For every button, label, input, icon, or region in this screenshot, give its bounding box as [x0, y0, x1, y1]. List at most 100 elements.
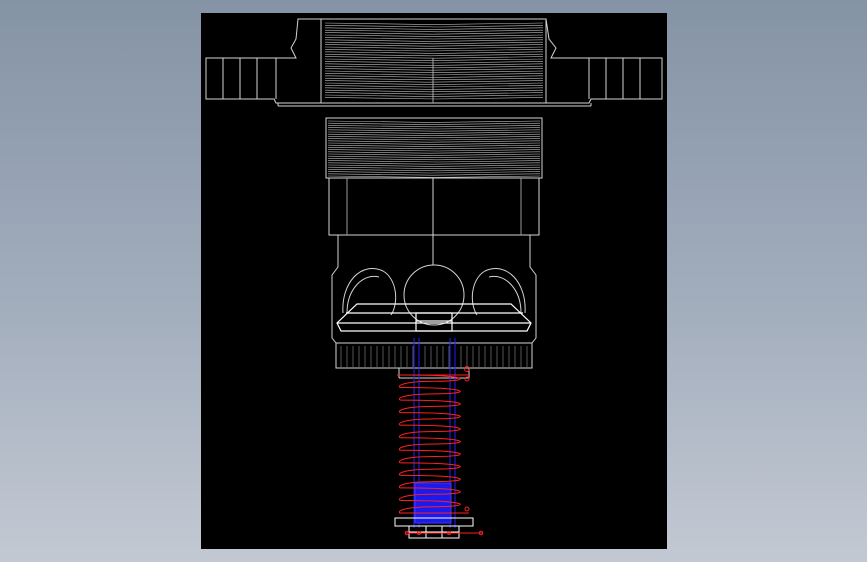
flange-thread-line [324, 85, 429, 88]
flange-thread-line [324, 87, 435, 90]
flange-thread-line [324, 44, 430, 47]
body-thread-line [327, 171, 432, 174]
flange-thread-line [434, 41, 544, 45]
flange-thread-line [324, 70, 439, 73]
flange-notches-left [222, 58, 258, 99]
body-thread-line [435, 147, 541, 150]
flange-thread-line [434, 87, 544, 90]
body-thread-line [327, 166, 437, 169]
body-thread-line [327, 158, 438, 161]
flange-thread-line [435, 51, 544, 54]
body-thread-line [327, 122, 433, 125]
flange-thread-line [429, 44, 544, 47]
body-thread-line [434, 155, 541, 158]
threaded-body [325, 117, 543, 379]
body-thread-line [327, 160, 440, 163]
body-thread-line [437, 149, 541, 152]
ball-set [342, 264, 526, 326]
spring-marker [464, 506, 470, 512]
flange-thread-line [430, 53, 544, 57]
body-thread-line [432, 173, 541, 176]
flange-thread-line [324, 49, 430, 52]
housing-ticks [340, 346, 528, 367]
body-thread-line [430, 171, 541, 174]
flange-thread-line [324, 94, 431, 97]
flange-thread-line [432, 68, 544, 71]
flange-threads [324, 22, 544, 100]
body-thread-line [327, 138, 438, 141]
body-thread-line [327, 127, 437, 130]
flange-thread-line [429, 89, 544, 93]
flange-thread-line [324, 29, 439, 33]
flange-thread-line [431, 63, 544, 66]
body-thread-line [327, 162, 433, 165]
flange-thread-line [324, 63, 432, 66]
flange-thread-line [438, 75, 544, 78]
flange-thread-line [324, 51, 436, 54]
flange-thread-line [433, 32, 544, 35]
body-thread-line [429, 120, 541, 123]
flange-thread-line [436, 61, 544, 64]
cad-viewport[interactable] [201, 13, 667, 549]
flange-thread-line [433, 82, 544, 85]
flange-thread-line [324, 58, 432, 61]
body-thread-line [327, 125, 435, 128]
flange-thread-line [431, 22, 544, 25]
body-thread-line [430, 151, 541, 154]
ball-left-inner [346, 275, 380, 314]
flange-thread-line [324, 77, 434, 81]
flange-thread-line [324, 61, 437, 64]
body-thread-line [327, 147, 437, 150]
body-thread-line [327, 144, 435, 147]
body-thread-line [432, 133, 541, 136]
flange-thread-line [437, 65, 544, 69]
flange-thread-line [324, 73, 433, 76]
body-thread-line [327, 136, 436, 139]
flange-thread-line [324, 41, 435, 45]
flange-thread-line [432, 73, 544, 76]
flange-thread-line [433, 37, 544, 40]
flange-thread-line [324, 32, 434, 35]
flange-thread-line [324, 39, 429, 42]
body-thread-line [433, 125, 541, 128]
body-thread-line [434, 136, 541, 139]
flange-thread-line [433, 77, 544, 81]
flange-thread-line [436, 56, 544, 59]
body-thread-line [434, 175, 541, 178]
body-threads [327, 120, 541, 178]
body-thread-line [327, 131, 432, 134]
flange-thread-line [437, 70, 544, 73]
body-thread-line [327, 169, 439, 172]
body-thread-line [327, 133, 434, 136]
body-thread-line [327, 142, 433, 145]
body-thread-line [431, 142, 541, 145]
body-thread-line [437, 169, 541, 172]
ball-right-inner [488, 275, 522, 314]
body-thread-line [327, 151, 432, 154]
flange-thread-line [432, 27, 544, 30]
flange-thread-line [324, 53, 431, 57]
body-thread-line [327, 120, 431, 123]
body-thread-line [432, 153, 541, 156]
flange-thread-line [324, 68, 433, 71]
flange-thread-line [324, 82, 435, 85]
flange-thread-line [429, 94, 544, 97]
body-thread-line [327, 164, 435, 167]
body-thread-line [438, 160, 541, 163]
body-thread-line [437, 129, 541, 132]
flange-thread-line [438, 34, 544, 37]
body-thread-line [429, 140, 541, 143]
body-thread-line [327, 129, 439, 132]
flange-thread-line [324, 37, 434, 40]
body-thread-line [436, 158, 541, 161]
body-thread-line [327, 140, 431, 143]
body-thread-line [327, 155, 436, 158]
flange-thread-line [435, 92, 544, 95]
flange-thread-line [324, 65, 438, 69]
body-thread-line [327, 173, 434, 176]
flange-thread-line [324, 27, 433, 30]
ball-left [342, 268, 397, 316]
ball-right [471, 268, 526, 316]
flange-thread-line [437, 25, 544, 28]
flange-thread-line [435, 97, 544, 100]
